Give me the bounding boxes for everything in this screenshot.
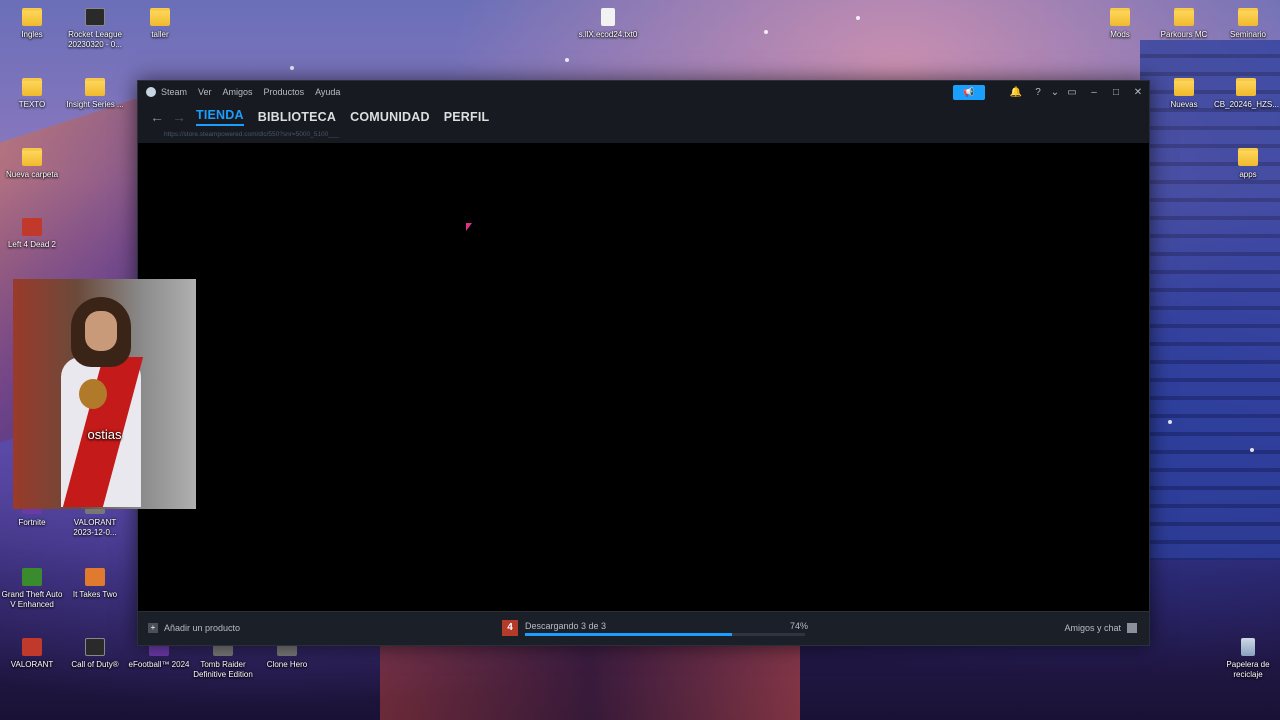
help-button[interactable]: ?: [1027, 81, 1049, 103]
folder-icon: [22, 8, 42, 26]
add-product-label: Añadir un producto: [164, 623, 241, 633]
folder-icon: [22, 78, 42, 96]
download-progress-bar: [525, 633, 805, 636]
forward-button[interactable]: →: [168, 109, 190, 125]
chat-icon: [1127, 623, 1137, 633]
wallpaper-star: [764, 30, 768, 34]
gta-icon: [22, 568, 42, 586]
meme-overlay-image: ostias: [13, 279, 196, 509]
folder-icon: [1238, 148, 1258, 166]
desktop-icon-gta5[interactable]: Grand Theft Auto V Enhanced: [0, 568, 64, 610]
folder-icon: [22, 148, 42, 166]
recycle-bin-icon: [1241, 638, 1255, 656]
back-button[interactable]: ←: [146, 109, 168, 125]
folder-icon: [150, 8, 170, 26]
monitor-icon: ▭: [1067, 86, 1077, 98]
bell-icon: 🔔: [1009, 86, 1023, 98]
desktop-icon-nueva-carpeta[interactable]: Nueva carpeta: [0, 148, 64, 180]
desktop-icon-nuevas[interactable]: Nuevas: [1152, 78, 1216, 110]
minimize-button[interactable]: –: [1083, 81, 1105, 103]
url-bar[interactable]: https://store.steampowered.com/dlc/550?s…: [138, 131, 1149, 143]
text-file-icon: [601, 8, 615, 26]
titlebar-controls: 📢 🔔 ? ⌄ ▭ – □ ✕: [953, 81, 1149, 103]
download-status[interactable]: Descargando 3 de 3: [525, 621, 606, 631]
add-product-button[interactable]: + Añadir un producto: [148, 623, 240, 633]
left4dead-icon: [22, 218, 42, 236]
download-progress-fill: [525, 633, 733, 636]
desktop-icon-taller[interactable]: taller: [128, 8, 192, 40]
announcement-button[interactable]: 📢: [953, 84, 985, 100]
minimize-icon: –: [1091, 86, 1097, 98]
account-dropdown[interactable]: ⌄: [1049, 81, 1061, 103]
menu-amigos[interactable]: Amigos: [223, 87, 253, 97]
desktop-icon-left4dead2[interactable]: Left 4 Dead 2: [0, 218, 64, 250]
valorant-icon: [22, 638, 42, 656]
desktop-icon-texto[interactable]: TEXTO: [0, 78, 64, 110]
maximize-button[interactable]: □: [1105, 81, 1127, 103]
wallpaper-star: [290, 66, 294, 70]
video-file-icon: [85, 8, 105, 26]
desktop-icon-rocket-league[interactable]: Rocket League 20230320 - 0...: [63, 8, 127, 50]
desktop-icon-ingles[interactable]: Ingles: [0, 8, 64, 40]
steam-titlebar: Steam Ver Amigos Productos Ayuda 📢 🔔 ? ⌄…: [138, 81, 1149, 103]
steam-logo-icon: [146, 87, 156, 97]
friends-chat-label: Amigos y chat: [1064, 623, 1121, 633]
wallpaper-building-right: [1140, 40, 1280, 560]
friends-chat-button[interactable]: Amigos y chat: [1064, 623, 1137, 633]
desktop-icon-mods[interactable]: Mods: [1088, 8, 1152, 40]
folder-icon: [1238, 8, 1258, 26]
desktop-icon-apps[interactable]: apps: [1216, 148, 1280, 180]
desktop-icon-call-of-duty[interactable]: Call of Duty®: [63, 638, 127, 670]
wallpaper-star: [1250, 448, 1254, 452]
download-percent: 74%: [790, 621, 809, 631]
question-icon: ?: [1035, 86, 1041, 98]
close-icon: ✕: [1133, 86, 1143, 98]
folder-icon: [85, 78, 105, 96]
call-of-duty-icon: [85, 638, 105, 656]
plus-icon: +: [148, 623, 158, 633]
steam-navbar: ← → TIENDA BIBLIOTECA COMUNIDAD PERFIL: [138, 103, 1149, 131]
desktop-icon-seminario[interactable]: Seminario: [1216, 8, 1280, 40]
desktop-icon-insight-series[interactable]: Insight Series ...: [63, 78, 127, 110]
tab-biblioteca[interactable]: BIBLIOTECA: [258, 110, 336, 124]
store-content: [138, 143, 1149, 613]
desktop-icon-parkours-mc[interactable]: Parkours MC: [1152, 8, 1216, 40]
menu-productos[interactable]: Productos: [264, 87, 305, 97]
meme-sacred-heart: [79, 379, 107, 409]
it-takes-two-icon: [85, 568, 105, 586]
wallpaper-star: [565, 58, 569, 62]
menu-steam[interactable]: Steam: [161, 87, 187, 97]
megaphone-icon: 📢: [963, 86, 975, 97]
menu-ver[interactable]: Ver: [198, 87, 212, 97]
tab-perfil[interactable]: PERFIL: [444, 110, 490, 124]
meme-caption: ostias: [87, 427, 122, 442]
chevron-down-icon: ⌄: [1050, 86, 1060, 98]
desktop-icon-text-file[interactable]: s.llX.ecod24.txt0: [576, 8, 640, 40]
steam-bottombar: + Añadir un producto 4 Descargando 3 de …: [138, 611, 1149, 645]
menu-ayuda[interactable]: Ayuda: [315, 87, 340, 97]
desktop-icon-fortnite[interactable]: Fortnite: [0, 508, 64, 528]
folder-icon: [1174, 8, 1194, 26]
tab-comunidad[interactable]: COMUNIDAD: [350, 110, 430, 124]
big-picture-button[interactable]: ▭: [1061, 81, 1083, 103]
folder-icon: [1110, 8, 1130, 26]
wallpaper-star: [1168, 420, 1172, 424]
notifications-button[interactable]: 🔔: [1005, 81, 1027, 103]
desktop-icon-valorant-clip[interactable]: VALORANT 2023-12-0...: [63, 508, 127, 538]
close-button[interactable]: ✕: [1127, 81, 1149, 103]
folder-icon: [1236, 78, 1256, 96]
mouse-cursor-icon: [466, 223, 472, 231]
folder-icon: [1174, 78, 1194, 96]
steam-window: Steam Ver Amigos Productos Ayuda 📢 🔔 ? ⌄…: [137, 80, 1150, 646]
tab-tienda[interactable]: TIENDA: [196, 108, 244, 126]
maximize-icon: □: [1112, 86, 1120, 98]
meme-face: [85, 311, 117, 351]
wallpaper-street: [380, 640, 800, 720]
desktop-icon-cb-folder[interactable]: CB_20246_HZS...: [1214, 78, 1279, 110]
left4dead-download-icon: 4: [502, 620, 518, 636]
desktop-icon-valorant[interactable]: VALORANT: [0, 638, 64, 670]
desktop-icon-recycle-bin[interactable]: Papelera de reciclaje: [1216, 638, 1280, 680]
desktop-icon-it-takes-two[interactable]: It Takes Two: [63, 568, 127, 600]
wallpaper-star: [856, 16, 860, 20]
